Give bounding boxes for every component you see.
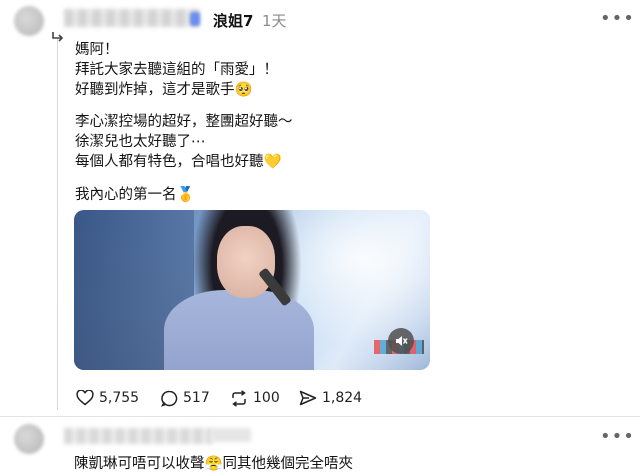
post-text-line: 好聽到炸掉，這才是歌手🥺	[75, 82, 253, 98]
post-text-line: 李心潔控場的超好，整團超好聽～	[75, 114, 293, 130]
repost-count: 100	[253, 390, 280, 406]
reply-avatar[interactable]	[14, 424, 44, 454]
speaker-muted-icon[interactable]	[388, 328, 414, 354]
post-text-line: 媽阿！	[75, 42, 119, 58]
heart-icon	[76, 390, 94, 406]
repost-button[interactable]: 100	[230, 388, 280, 408]
like-button[interactable]: 5,755	[76, 388, 139, 408]
comment-bubble-icon	[161, 390, 178, 407]
share-count: 1,824	[322, 390, 363, 406]
reply-text: 陳凱琳可唔可以收聲😤同其他幾個完全唔夾	[74, 456, 354, 472]
post-video[interactable]	[74, 210, 430, 370]
divider	[0, 416, 640, 417]
share-button[interactable]: 1,824	[299, 388, 362, 408]
comment-count: 517	[183, 390, 210, 406]
comment-button[interactable]: 517	[161, 388, 210, 408]
blurred-reply-time	[211, 428, 251, 442]
post-author-handle[interactable]: 浪姐7	[213, 10, 253, 31]
video-caption-overlay	[96, 326, 196, 358]
post-text-line: 徐潔兒也太好聽了⋯	[75, 134, 206, 150]
reply-arrow-icon	[52, 32, 64, 42]
thread-line	[57, 38, 58, 410]
blurred-username	[64, 9, 200, 27]
avatar[interactable]	[14, 6, 44, 36]
reply-more-dots-icon[interactable]: •••	[600, 426, 635, 447]
post-time: 1天	[262, 12, 287, 30]
post-text-line: 每個人都有特色，合唱也好聽💛	[75, 154, 282, 170]
verified-badge-icon	[190, 12, 200, 26]
repost-icon	[232, 389, 246, 407]
like-count: 5,755	[99, 390, 140, 406]
share-icon	[299, 390, 317, 406]
blurred-reply-username	[64, 428, 212, 444]
more-dots-icon[interactable]: •••	[600, 8, 635, 29]
post-text-line: 我內心的第一名🥇	[75, 187, 195, 203]
post-text-line: 拜託大家去聽這組的「雨愛」！	[75, 62, 278, 78]
